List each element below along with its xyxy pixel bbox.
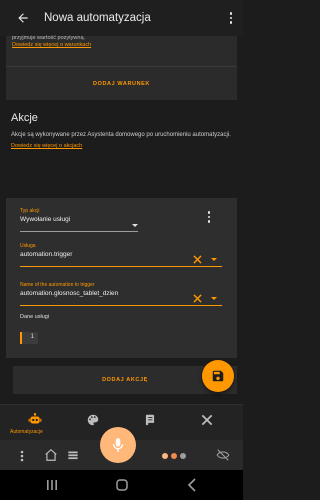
action-type-value: Wywołanie usługi bbox=[20, 216, 71, 223]
microphone-icon bbox=[112, 438, 124, 452]
action-type-field[interactable]: Typ akcji Wywołanie usługi bbox=[20, 208, 138, 232]
service-chevron-down-icon[interactable] bbox=[211, 258, 217, 261]
actions-section-title: Akcje bbox=[11, 112, 38, 124]
palette-icon[interactable] bbox=[86, 413, 100, 427]
visibility-off-icon[interactable] bbox=[216, 448, 230, 462]
recent-apps-icon[interactable] bbox=[46, 479, 58, 491]
actions-learn-more-link[interactable]: Dowiedz się więcej o akcjach bbox=[11, 143, 82, 149]
nav-automations-label: Automatyzacje bbox=[10, 429, 43, 435]
save-icon bbox=[212, 370, 224, 382]
service-field[interactable]: Usługa automation.trigger bbox=[20, 243, 222, 267]
more-vertical-icon[interactable] bbox=[20, 450, 24, 462]
save-button[interactable] bbox=[202, 360, 234, 392]
actions-section-description: Akcje są wykonywane przez Asystenta domo… bbox=[11, 132, 231, 138]
service-value: automation.trigger bbox=[20, 251, 73, 258]
overflow-menu-icon[interactable] bbox=[229, 12, 233, 24]
back-chevron-icon[interactable] bbox=[186, 478, 198, 492]
action-type-chevron-down-icon[interactable] bbox=[132, 224, 138, 227]
entity-field[interactable]: Name of the automation to trigger automa… bbox=[20, 282, 222, 306]
entity-value: automation.glosnosc_tablet_dzien bbox=[20, 290, 119, 297]
stack-icon[interactable] bbox=[66, 448, 80, 462]
conditions-card: przyjmuje wartość pozytywną. Dowiedz się… bbox=[6, 35, 237, 101]
page-title: Nowa automatyzacja bbox=[44, 12, 151, 24]
dot-2 bbox=[171, 453, 177, 459]
system-navigation-bar bbox=[0, 470, 243, 500]
dot-1 bbox=[162, 453, 168, 459]
conditions-cut-text: przyjmuje wartość pozytywną. bbox=[12, 35, 86, 41]
dot-3 bbox=[180, 453, 186, 459]
scroll-icon[interactable] bbox=[143, 413, 157, 427]
entity-chevron-down-icon[interactable] bbox=[211, 297, 217, 300]
clear-service-icon[interactable] bbox=[193, 255, 202, 264]
robot-icon[interactable] bbox=[28, 413, 42, 427]
service-label: Usługa bbox=[20, 243, 36, 249]
service-data-value: 1 bbox=[30, 334, 34, 340]
app-bar: Nowa automatyzacja bbox=[0, 0, 243, 36]
entity-label: Name of the automation to trigger bbox=[20, 282, 95, 288]
clear-entity-icon[interactable] bbox=[193, 294, 202, 303]
service-data-label: Dane usługi bbox=[20, 314, 50, 320]
voice-input-button[interactable] bbox=[100, 427, 136, 463]
action-type-label: Typ akcji bbox=[20, 208, 40, 214]
home-icon[interactable] bbox=[44, 448, 58, 462]
home-circle-icon[interactable] bbox=[115, 478, 129, 492]
service-data-editor[interactable]: 1 bbox=[20, 332, 38, 344]
back-arrow-icon[interactable] bbox=[16, 11, 30, 25]
action-card: Typ akcji Wywołanie usługi Usługa automa… bbox=[6, 198, 237, 358]
status-dots bbox=[162, 453, 186, 459]
action-menu-icon[interactable] bbox=[207, 211, 211, 223]
add-condition-button[interactable]: DODAJ WARUNEK bbox=[6, 66, 237, 101]
tools-icon[interactable] bbox=[200, 413, 214, 427]
conditions-learn-more-link[interactable]: Dowiedz się więcej o warunkach bbox=[12, 42, 91, 48]
